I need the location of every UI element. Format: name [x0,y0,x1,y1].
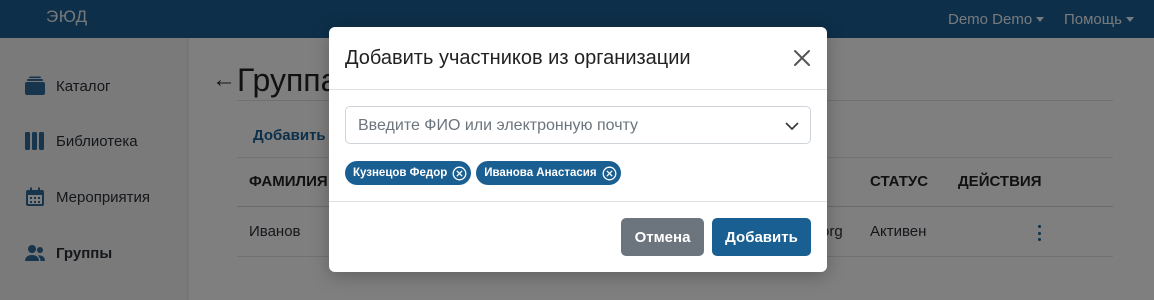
modal-title: Добавить участников из организации [345,47,691,69]
chip-label: Кузнецов Федор [353,167,448,179]
add-button[interactable]: Добавить [712,218,811,256]
selected-members: Кузнецов Федор Иванова Анастасия [345,161,621,185]
selected-member-chip: Кузнецов Федор [345,161,472,185]
remove-circle-icon[interactable] [452,166,467,181]
chevron-down-icon [785,119,799,133]
modal-footer-divider [329,201,827,202]
cancel-button[interactable]: Отмена [621,218,704,256]
selected-member-chip: Иванова Анастасия [476,161,621,185]
member-search-select[interactable]: Введите ФИО или электронную почту [345,106,811,144]
modal-header-divider [329,89,827,90]
chip-label: Иванова Анастасия [484,167,597,179]
add-members-modal: Добавить участников из организации Введи… [329,27,827,272]
close-icon[interactable] [790,46,814,70]
remove-circle-icon[interactable] [602,166,617,181]
select-placeholder: Введите ФИО или электронную почту [358,117,639,134]
